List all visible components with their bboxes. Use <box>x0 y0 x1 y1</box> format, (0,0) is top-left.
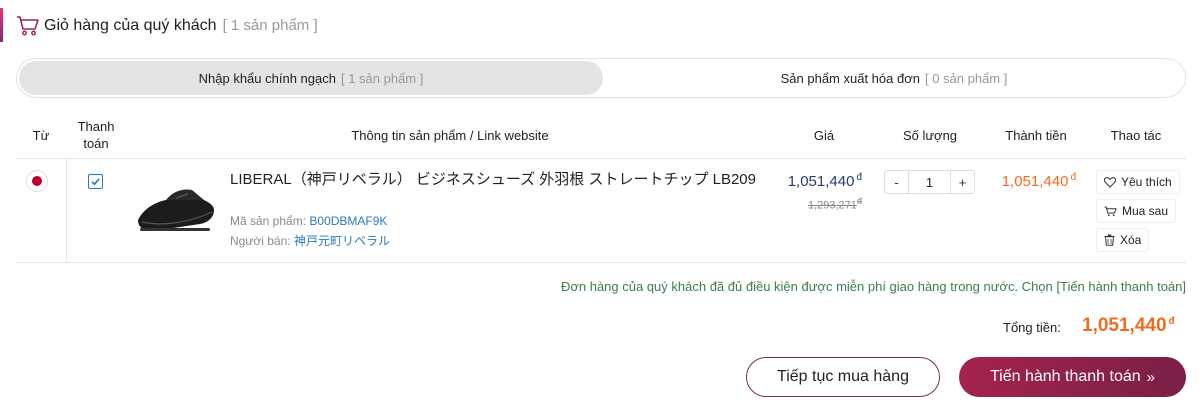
th-pay-line2: toán <box>83 136 109 151</box>
checkout-button[interactable]: Tiến hành thanh toán » <box>959 357 1186 397</box>
product-seller-label: Người bán: <box>230 234 291 248</box>
currency-symbol: đ <box>856 196 862 206</box>
product-seller: Người bán: 神戸元町リベラル <box>230 232 390 249</box>
page-title: Giỏ hàng của quý khách [ 1 sản phẩm ] <box>44 17 318 35</box>
product-price: 1,051,440 đ <box>770 172 862 190</box>
cart-icon <box>17 16 39 36</box>
delete-label: Xóa <box>1120 233 1142 247</box>
product-seller-link[interactable]: 神戸元町リベラル <box>294 234 390 248</box>
divider <box>16 262 1186 263</box>
product-sku: Mã sản phẩm: B00DBMAF9K <box>230 214 387 228</box>
checkout-label: Tiến hành thanh toán <box>990 368 1141 385</box>
qty-plus-button[interactable]: + <box>950 171 974 193</box>
product-sku-link[interactable]: B00DBMAF9K <box>309 214 387 228</box>
product-sku-label: Mã sản phẩm: <box>230 214 307 228</box>
double-chevron-right-icon: » <box>1146 368 1155 386</box>
product-price-value: 1,051,440 <box>787 173 855 190</box>
free-shipping-notice: Đơn hàng của quý khách đã đủ điều kiện đ… <box>560 279 1186 294</box>
currency-symbol: đ <box>856 172 862 183</box>
product-subtotal: 1,051,440 đ <box>980 172 1076 190</box>
currency-symbol: đ <box>1168 315 1175 327</box>
product-image[interactable] <box>130 170 220 240</box>
th-from: Từ <box>32 127 50 143</box>
continue-shopping-button[interactable]: Tiếp tục mua hàng <box>746 357 940 397</box>
wishlist-label: Yêu thích <box>1121 175 1172 189</box>
th-qty: Số lượng <box>902 127 958 143</box>
cart-header: Giỏ hàng của quý khách [ 1 sản phẩm ] <box>0 8 600 42</box>
total-amount-value: 1,051,440 <box>1082 315 1167 336</box>
tab-invoice-label: Sản phẩm xuất hóa đơn <box>780 70 920 86</box>
product-name[interactable]: LIBERAL（神戸リベラル） ビジネスシューズ 外羽根 ストレートチップ LB… <box>230 170 760 190</box>
product-old-price-value: 1,293,271 <box>807 199 857 212</box>
page-title-text: Giỏ hàng của quý khách <box>44 17 217 34</box>
divider <box>16 158 1186 159</box>
product-old-price: 1,293,271đ <box>770 196 862 212</box>
currency-symbol: đ <box>1070 172 1076 183</box>
buy-later-label: Mua sau <box>1122 204 1169 218</box>
th-price: Giá <box>813 127 835 143</box>
tab-invoice-count: [ 0 sản phẩm ] <box>924 70 1008 86</box>
cart-count: [ 1 sản phẩm ] <box>222 17 318 34</box>
divider <box>66 158 67 262</box>
tab-import[interactable]: Nhập khẩu chính ngạch [ 1 sản phẩm ] <box>19 61 603 95</box>
total-amount: 1,051,440 đ <box>1082 315 1175 337</box>
tab-import-count: [ 1 sản phẩm ] <box>340 70 424 86</box>
cart-tabs: Nhập khẩu chính ngạch [ 1 sản phẩm ] Sản… <box>16 58 1186 98</box>
th-pay-line1: Thanh <box>77 119 115 134</box>
qty-input[interactable]: 1 <box>909 175 950 190</box>
wishlist-button[interactable]: Yêu thích <box>1096 170 1180 194</box>
tab-invoice[interactable]: Sản phẩm xuất hóa đơn [ 0 sản phẩm ] <box>605 61 1183 95</box>
check-icon <box>91 178 100 186</box>
header-accent-bar <box>0 8 3 42</box>
buy-later-button[interactable]: Mua sau <box>1096 199 1177 223</box>
total-label: Tổng tiền: <box>1003 320 1061 335</box>
th-pay: Thanh toán <box>66 112 126 158</box>
cart-small-icon <box>1104 206 1117 216</box>
th-actions: Thao tác <box>1110 127 1162 143</box>
delete-button[interactable]: Xóa <box>1096 228 1150 252</box>
qty-minus-button[interactable]: - <box>885 171 909 193</box>
th-info: Thông tin sản phẩm / Link website <box>351 127 549 143</box>
product-subtotal-value: 1,051,440 <box>1001 173 1069 190</box>
quantity-stepper: - 1 + <box>884 170 975 194</box>
pay-checkbox[interactable] <box>88 174 103 189</box>
table-header: Từ Thanh toán Thông tin sản phẩm / Link … <box>16 112 1186 158</box>
th-subtotal: Thành tiền <box>1005 127 1067 143</box>
japan-flag-icon <box>26 170 48 192</box>
trash-icon <box>1104 234 1115 246</box>
tab-import-label: Nhập khẩu chính ngạch <box>198 70 336 86</box>
heart-icon <box>1104 176 1116 188</box>
